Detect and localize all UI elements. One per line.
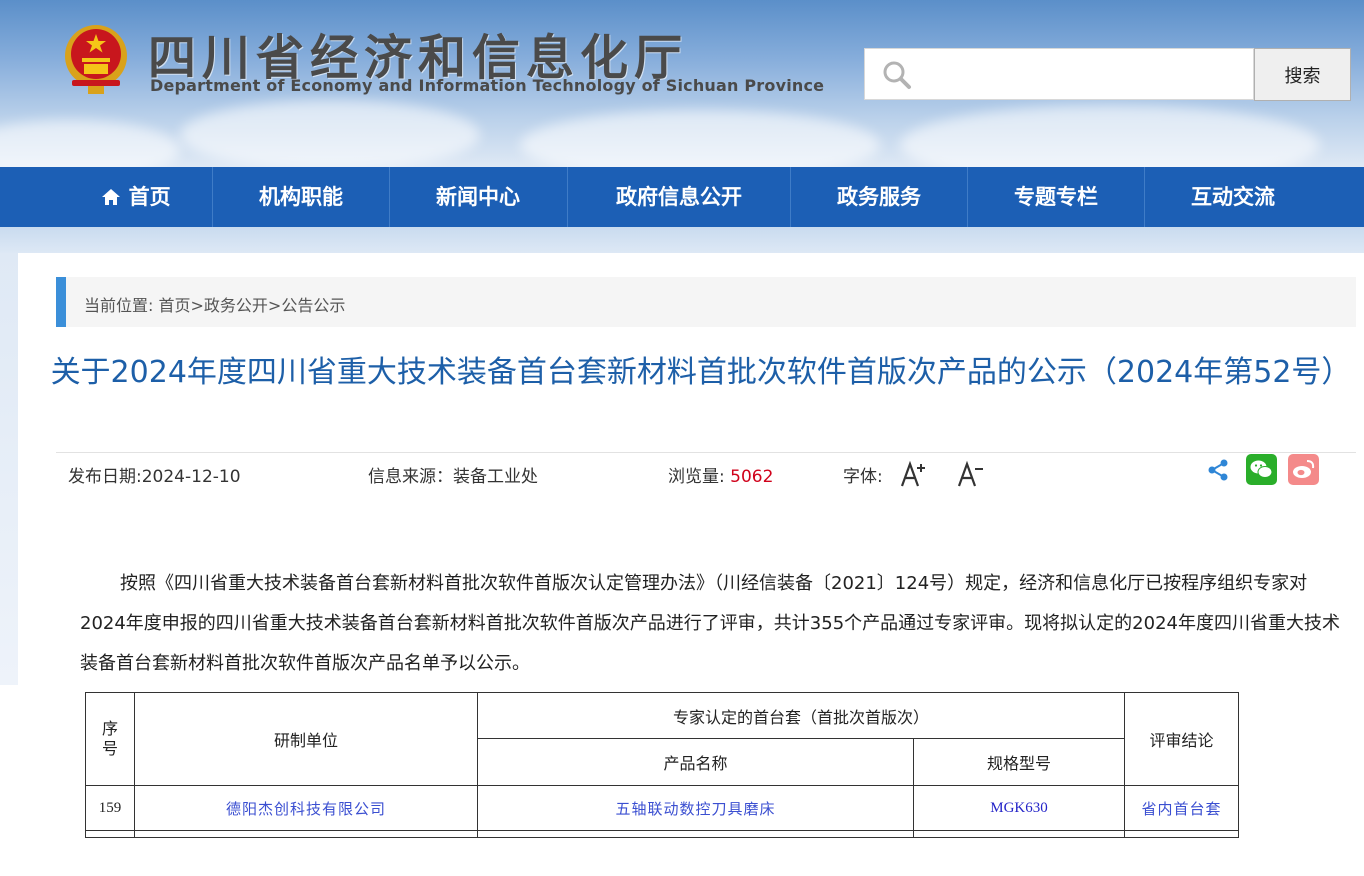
publish-date: 发布日期:2024-12-10: [68, 462, 241, 487]
table-row-partial: [85, 830, 1240, 838]
font-size-label: 字体:: [843, 467, 883, 487]
cell-empty: [134, 830, 478, 838]
weibo-icon[interactable]: [1288, 454, 1319, 485]
breadcrumb-separator: >: [190, 296, 204, 315]
header-group: 专家认定的首台套（首批次首版次）: [476, 692, 1126, 739]
cell-product: 五轴联动数控刀具磨床: [477, 785, 914, 831]
cell-empty: [912, 830, 1126, 838]
header-product: 产品名称: [477, 738, 914, 786]
article-body: 按照《四川省重大技术装备首台套新材料首批次软件首版次认定管理办法》（川经信装备〔…: [80, 573, 1340, 674]
breadcrumb-notices[interactable]: 公告公示: [281, 296, 345, 315]
info-source: 信息来源：装备工业处: [368, 462, 538, 487]
cloud-decoration: [180, 100, 480, 167]
background-band: [0, 227, 1364, 253]
view-count-label: 浏览量:: [668, 467, 731, 487]
search-button[interactable]: 搜索: [1254, 48, 1351, 101]
header-model: 规格型号: [912, 738, 1126, 786]
cloud-decoration: [0, 120, 180, 167]
nav-item-home[interactable]: 首页: [60, 167, 212, 227]
nav-item-organization[interactable]: 机构职能: [213, 167, 389, 227]
nav-item-news[interactable]: 新闻中心: [390, 167, 566, 227]
cell-model: MGK630: [912, 785, 1126, 831]
home-icon: [102, 189, 121, 205]
cell-empty: [1124, 830, 1240, 838]
product-table: 序号 研制单位 专家认定的首台套（首批次首版次） 评审结论 产品名称 规格型号 …: [85, 692, 1240, 838]
site-subtitle: Department of Economy and Information Te…: [150, 76, 825, 95]
breadcrumb-accent: [56, 277, 66, 327]
nav-item-topics[interactable]: 专题专栏: [968, 167, 1144, 227]
header-result: 评审结论: [1124, 692, 1240, 786]
nav-item-label: 首页: [128, 185, 171, 209]
search-input[interactable]: [925, 55, 1249, 95]
nav-item-interaction[interactable]: 互动交流: [1145, 167, 1321, 227]
info-source-label: 信息来源：: [368, 467, 453, 487]
wechat-icon[interactable]: [1246, 454, 1277, 485]
breadcrumb-gov-affairs[interactable]: 政务公开: [204, 296, 268, 315]
breadcrumb: 当前位置: 首页>政务公开>公告公示: [84, 292, 345, 316]
share-icon[interactable]: [1206, 458, 1230, 482]
main-nav: 首页 机构职能 新闻中心 政府信息公开 政务服务 专题专栏 互动交流: [0, 167, 1364, 227]
cell-empty: [477, 830, 914, 838]
info-source-value: 装备工业处: [453, 467, 538, 487]
header-seq-text: 序号: [101, 719, 118, 758]
national-emblem-icon: [65, 25, 127, 94]
cell-org: 德阳杰创科技有限公司: [134, 785, 478, 831]
cloud-decoration: [900, 105, 1320, 167]
search-icon: [883, 61, 911, 89]
background-side: [0, 253, 18, 685]
cell-result: 省内首台套: [1124, 785, 1240, 831]
publish-date-label: 发布日期:: [68, 467, 142, 487]
table-row: 159 德阳杰创科技有限公司 五轴联动数控刀具磨床 MGK630 省内首台套: [85, 785, 1240, 831]
nav-item-services[interactable]: 政务服务: [791, 167, 967, 227]
cloud-decoration: [520, 110, 880, 167]
search-box: [864, 48, 1254, 100]
view-count: 浏览量: 5062: [668, 462, 773, 487]
publish-date-value: 2024-12-10: [141, 467, 241, 487]
font-increase-icon[interactable]: [899, 458, 929, 490]
breadcrumb-separator: >: [267, 296, 282, 315]
nav-item-gov-info[interactable]: 政府信息公开: [568, 167, 790, 227]
header-seq: 序号: [85, 692, 135, 786]
breadcrumb-prefix: 当前位置:: [84, 296, 159, 315]
cell-empty: [85, 830, 135, 838]
breadcrumb-home[interactable]: 首页: [158, 296, 190, 315]
view-count-value: 5062: [730, 467, 774, 487]
font-decrease-icon[interactable]: [956, 458, 986, 490]
divider: [56, 452, 1356, 453]
article-title: 关于2024年度四川省重大技术装备首台套新材料首批次软件首版次产品的公示（202…: [50, 355, 1352, 390]
site-header: 四川省经济和信息化厅 Department of Economy and Inf…: [0, 0, 1364, 167]
cell-seq: 159: [85, 785, 135, 831]
header-org: 研制单位: [134, 692, 478, 786]
